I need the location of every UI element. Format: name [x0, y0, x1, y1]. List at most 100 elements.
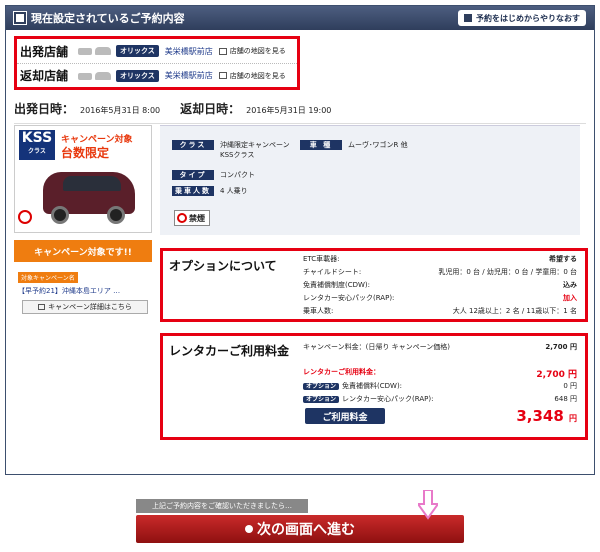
return-map-link[interactable]: 店舗の地図を見る [218, 71, 286, 81]
next-button-label: 次の画面へ進む [257, 522, 355, 538]
class-badge-top: KSS [21, 130, 53, 146]
spec-seats-tag: 乗車人数 [172, 186, 214, 196]
return-store-label: 返却店舗 [20, 69, 69, 83]
spec-seats-row: 乗車人数 4 人乗り [172, 186, 248, 196]
rental-fee-box: レンタカーご利用料金 キャンペーン料金：(日帰り キャンペーン価格) 2,700 … [160, 333, 588, 440]
down-arrow-icon [418, 490, 438, 520]
date-row: 出発日時： 2016年5月31日 8:00 返却日時： 2016年5月31日 1… [14, 100, 586, 124]
no-smoking-badge: 禁煙 [174, 210, 210, 226]
campaign-fee-label: キャンペーン料金：(日帰り キャンペーン価格) [303, 343, 450, 351]
depart-store-row: 出発店舗 オリックス 美栄橋駅前店 店舗の地図を見る [17, 39, 297, 63]
option-tag: オプション [303, 396, 340, 403]
spec-type-tag: タイプ [172, 170, 214, 180]
panel-header: 現在設定されているご予約内容 予約をはじめからやりなおす [6, 6, 594, 30]
cdw-label: 免責補償料(CDW): [342, 382, 403, 390]
campaign-fee-row: キャンペーン料金：(日帰り キャンペーン価格) 2,700 円 [303, 342, 577, 352]
option-value: 乳児用：0 台 / 幼児用：0 台 / 学童用：0 台 [438, 268, 577, 276]
campaign-button-label: キャンペーン対象です!! [34, 247, 132, 258]
arrow-icon [245, 525, 253, 533]
map-link-label: 店舗の地図を見る [229, 71, 286, 80]
campaign-fee-value: 2,700 円 [545, 343, 577, 351]
restart-label: 予約をはじめからやりなおす [476, 13, 580, 23]
confirm-note: 上記ご予約内容をご確認いただきましたら… [136, 499, 308, 513]
spec-model-value: ムーヴ･ワゴンR 他 [348, 141, 408, 149]
spec-model-tag: 車 種 [300, 140, 342, 150]
map-icon [218, 47, 227, 55]
option-label: 乗車人数: [303, 307, 334, 315]
no-smoking-icon [18, 210, 32, 224]
rap-row: オプション レンタカー安心パック(RAP): 648 円 [303, 394, 577, 404]
no-smoking-label: 禁煙 [189, 213, 205, 223]
campaign-detail-button[interactable]: キャンペーン詳細はこちら [22, 300, 148, 314]
depart-date-value: 2016年5月31日 8:00 [80, 106, 161, 115]
cdw-value: 0 円 [563, 382, 577, 390]
class-badge-bottom: クラス [28, 148, 46, 155]
spec-class-value: 沖縄限定キャンペーン KSSクラス [220, 141, 290, 159]
rap-value: 648 円 [554, 395, 577, 403]
option-value: 大人 12歳以上：2 名 / 11歳以下：1 名 [452, 307, 577, 315]
spec-model-row: 車 種 ムーヴ･ワゴンR 他 [300, 140, 408, 150]
depart-store-name[interactable]: 美栄橋駅前店 [165, 46, 213, 57]
brand-badge: オリックス [116, 45, 159, 57]
class-badge: KSS クラス [19, 130, 55, 160]
car-image [37, 166, 145, 226]
rental-fee-row: レンタカーご利用料金： 2,700 円 [303, 367, 577, 380]
store-box: 出発店舗 オリックス 美栄橋駅前店 店舗の地図を見る 返却店舗 オリックス 美栄… [14, 36, 300, 90]
spec-seats-value: 4 人乗り [220, 187, 248, 195]
spec-type-value: コンパクト [220, 171, 255, 179]
campaign-button[interactable]: キャンペーン対象です!! [14, 240, 152, 262]
option-tag: オプション [303, 383, 340, 390]
return-store-name[interactable]: 美栄橋駅前店 [165, 70, 213, 81]
option-row: 免責補償制度(CDW): 込み [303, 280, 577, 290]
option-row: レンタカー安心パック(RAP): 加入 [303, 293, 577, 303]
return-date-label: 返却日時： [180, 102, 241, 116]
rental-title: レンタカーご利用料金 [169, 344, 290, 358]
options-box: オプションについて ETC車載器: 希望する チャイルドシート: 乳児用：0 台 /… [160, 248, 588, 322]
no-smoking-icon [177, 213, 187, 223]
car-icon [78, 46, 112, 56]
total-unit: 円 [569, 414, 577, 423]
campaign-tag: 対象キャンペーン名 [18, 272, 78, 283]
total-amount: 3,348 [516, 407, 564, 425]
brand-badge: オリックス [116, 69, 159, 82]
option-label: ETC車載器: [303, 255, 340, 263]
option-row: 乗車人数: 大人 12歳以上：2 名 / 11歳以下：1 名 [303, 306, 577, 316]
option-label: レンタカー安心パック(RAP): [303, 294, 395, 302]
option-label: 免責補償制度(CDW): [303, 281, 371, 289]
depart-date-label: 出発日時： [14, 102, 75, 116]
total-label-text: ご利用料金 [322, 412, 368, 423]
campaign-line-2: 台数限定 [61, 146, 110, 160]
next-button[interactable]: 次の画面へ進む [136, 515, 464, 543]
spec-class-row: クラス 沖縄限定キャンペーン KSSクラス [172, 140, 290, 160]
panel-title: 現在設定されているご予約内容 [31, 12, 185, 25]
options-title: オプションについて [169, 259, 277, 273]
restart-button[interactable]: 予約をはじめからやりなおす [458, 10, 586, 26]
spec-panel: クラス 沖縄限定キャンペーン KSSクラス 車 種 ムーヴ･ワゴンR 他 タイプ… [160, 125, 580, 235]
restart-icon [464, 14, 472, 22]
depart-store-label: 出発店舗 [20, 44, 69, 59]
header-square-icon [13, 11, 27, 25]
total-value: 3,348 円 [516, 407, 577, 425]
car-icon [78, 71, 112, 81]
confirm-text: 上記ご予約内容をご確認いただきましたら… [152, 502, 292, 510]
window-icon [38, 304, 46, 310]
campaign-detail-label: キャンペーン詳細はこちら [48, 303, 132, 311]
option-value: 加入 [563, 294, 577, 302]
option-row: チャイルドシート: 乳児用：0 台 / 幼児用：0 台 / 学童用：0 台 [303, 267, 577, 277]
cdw-row: オプション 免責補償料(CDW): 0 円 [303, 381, 577, 391]
map-link-label: 店舗の地図を見る [229, 47, 286, 55]
total-label: ご利用料金 [305, 408, 385, 424]
option-label: チャイルドシート: [303, 268, 362, 276]
return-date-value: 2016年5月31日 19:00 [246, 106, 332, 115]
return-store-row: 返却店舗 オリックス 美栄橋駅前店 店舗の地図を見る [17, 63, 297, 87]
option-value: 希望する [549, 255, 577, 263]
rental-fee-label: レンタカーご利用料金： [303, 368, 380, 376]
campaign-name[interactable]: 【早予約21】沖縄本島エリア … [18, 286, 120, 296]
rap-label: レンタカー安心パック(RAP): [342, 395, 434, 403]
rental-fee-value: 2,700 円 [536, 370, 577, 380]
depart-map-link[interactable]: 店舗の地図を見る [218, 46, 286, 56]
option-row: ETC車載器: 希望する [303, 254, 577, 264]
option-value: 込み [563, 281, 577, 289]
spec-class-tag: クラス [172, 140, 214, 150]
spec-type-row: タイプ コンパクト [172, 170, 255, 180]
